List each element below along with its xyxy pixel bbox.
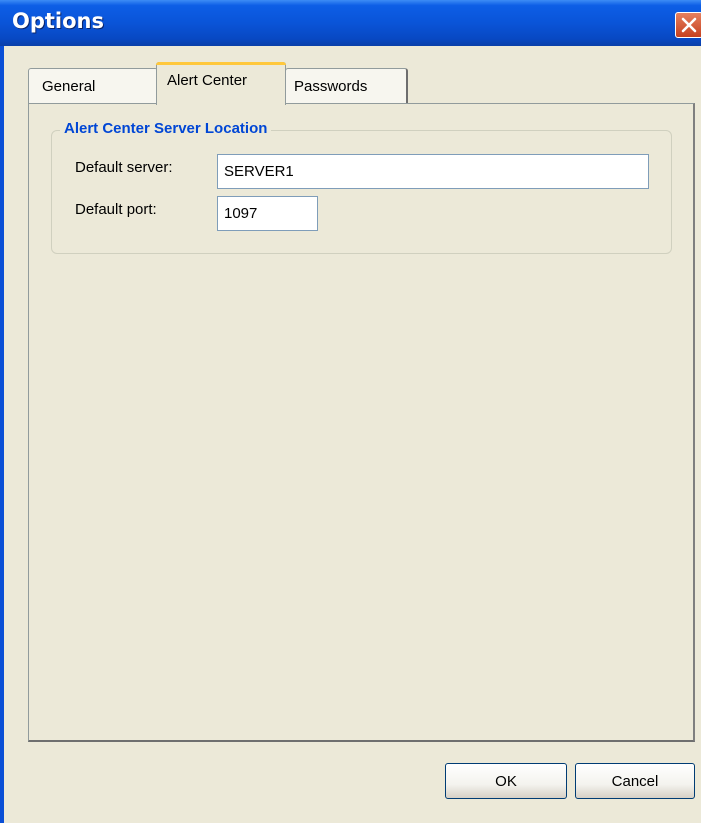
tab-general-label: General bbox=[42, 78, 96, 95]
ok-button[interactable]: OK bbox=[445, 763, 567, 799]
tab-alert-center-label: Alert Center bbox=[167, 72, 248, 89]
tab-alert-center[interactable]: Alert Center bbox=[156, 62, 286, 105]
options-dialog: Options General Alert Center Passwords A… bbox=[0, 0, 701, 823]
default-server-input[interactable] bbox=[217, 154, 649, 189]
title-bar[interactable]: Options bbox=[0, 0, 701, 46]
tab-panel-alert-center: Alert Center Server Location Default ser… bbox=[28, 103, 695, 742]
default-port-label: Default port: bbox=[75, 201, 157, 218]
tab-passwords[interactable]: Passwords bbox=[285, 68, 408, 104]
cancel-button[interactable]: Cancel bbox=[575, 763, 695, 799]
tab-general[interactable]: General bbox=[28, 68, 158, 104]
window-title: Options bbox=[12, 9, 104, 33]
close-icon bbox=[681, 17, 697, 33]
default-port-input[interactable] bbox=[217, 196, 318, 231]
tab-passwords-label: Passwords bbox=[294, 78, 368, 95]
close-button[interactable] bbox=[675, 12, 701, 38]
server-location-group: Alert Center Server Location Default ser… bbox=[51, 120, 672, 254]
group-title: Alert Center Server Location bbox=[60, 120, 272, 137]
default-server-label: Default server: bbox=[75, 159, 173, 176]
